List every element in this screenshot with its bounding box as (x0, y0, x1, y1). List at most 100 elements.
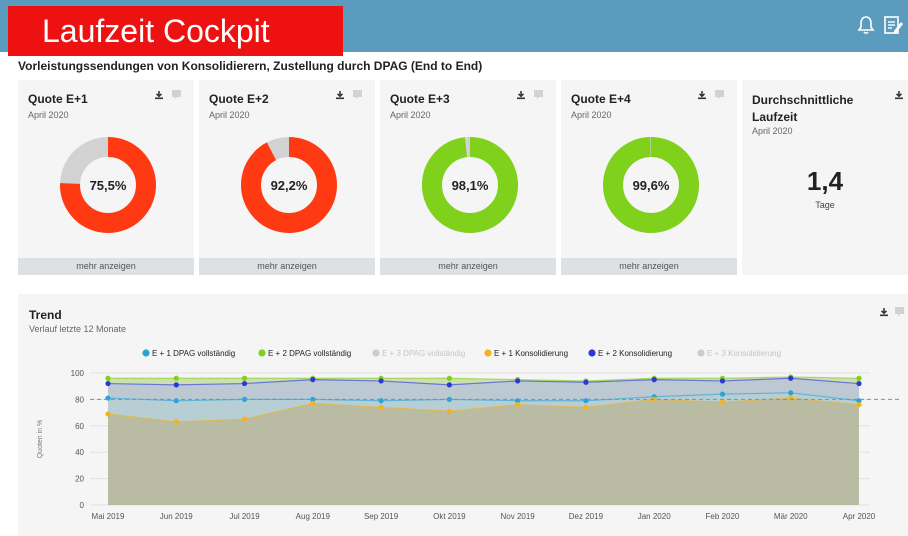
comment-icon[interactable] (171, 89, 182, 100)
data-point (719, 391, 726, 397)
y-tick-label: 60 (75, 422, 84, 431)
kpi-card: Quote E+2 April 2020 mehr anzeigen 92,2% (199, 80, 375, 275)
x-tick-label: Dez 2019 (569, 512, 604, 521)
data-point (788, 375, 794, 381)
data-point (856, 402, 862, 408)
data-point (173, 375, 179, 381)
y-axis-label: Quoten in % (37, 420, 44, 459)
data-point (515, 402, 521, 408)
legend-item[interactable]: E + 1 DPAG vollständig (152, 349, 235, 358)
quota-donut-chart: 75,5% (60, 137, 156, 233)
comment-icon[interactable] (352, 89, 363, 100)
kpi-card: Quote E+4 April 2020 mehr anzeigen 99,6% (561, 80, 737, 275)
y-tick-label: 100 (71, 369, 85, 378)
y-tick-label: 40 (75, 448, 84, 457)
comment-icon[interactable] (714, 89, 725, 100)
x-tick-label: Mai 2019 (92, 512, 125, 521)
legend-item[interactable]: E + 1 Konsolidierung (494, 349, 568, 358)
legend-marker[interactable] (484, 349, 492, 357)
legend-item[interactable]: E + 3 Konsolidierung (707, 349, 781, 358)
more-button[interactable]: mehr anzeigen (199, 258, 375, 275)
more-button[interactable]: mehr anzeigen (18, 258, 194, 275)
y-tick-label: 20 (75, 475, 84, 484)
download-icon[interactable] (894, 90, 904, 100)
donut-value-label: 92,2% (271, 178, 308, 193)
bell-icon[interactable] (855, 14, 877, 36)
quota-donut-chart: 99,6% (603, 137, 699, 233)
data-point (788, 390, 794, 396)
avg-runtime-value: 1,4 (806, 166, 844, 196)
legend-marker[interactable] (258, 349, 266, 357)
avg-runtime-card: Durchschnittliche Laufzeit April 2020 1,… (742, 80, 908, 275)
download-icon[interactable] (516, 90, 526, 100)
data-point (241, 380, 248, 387)
trend-chart: 0 20 40 60 80 100 Quoten in % Mai 2019 Jun 2019 J… (37, 349, 902, 521)
trend-panel: Trend Verlauf letzte 12 Monate 0 20 40 60 80… (18, 294, 908, 536)
data-point (446, 408, 452, 414)
y-tick-label: 0 (80, 501, 85, 510)
data-point (105, 375, 111, 381)
data-point (583, 379, 589, 385)
kpi-card-period: April 2020 (209, 110, 250, 120)
more-button[interactable]: mehr anzeigen (561, 258, 737, 275)
download-icon[interactable] (335, 90, 345, 100)
donut-value-label: 99,6% (633, 178, 670, 193)
data-point (583, 398, 589, 404)
legend-marker[interactable] (588, 349, 596, 357)
x-tick-label: Jul 2019 (229, 512, 260, 521)
kpi-card: Quote E+3 April 2020 mehr anzeigen 98,1% (380, 80, 556, 275)
data-point (310, 377, 316, 383)
edit-note-icon[interactable] (882, 14, 904, 36)
legend-item[interactable]: E + 2 DPAG vollständig (268, 349, 351, 358)
x-tick-label: Nov 2019 (501, 512, 536, 521)
x-tick-label: Feb 2020 (706, 512, 740, 521)
data-point (173, 419, 179, 425)
app-title: Laufzeit Cockpit (8, 6, 343, 56)
data-point (446, 382, 452, 388)
quota-donut-chart: 98,1% (422, 137, 518, 233)
y-tick-label: 80 (75, 395, 84, 404)
donut-value-label: 75,5% (90, 178, 127, 193)
legend-marker[interactable] (697, 349, 705, 357)
data-point (583, 404, 589, 410)
x-tick-label: Apr 2020 (843, 512, 876, 521)
data-point (856, 375, 862, 381)
kpi-card-title: Quote E+1 (28, 92, 88, 106)
legend-item[interactable]: E + 2 Konsolidierung (598, 349, 672, 358)
data-point (651, 377, 657, 383)
page-subtitle: Vorleistungssendungen von Konsolidierern… (18, 59, 483, 73)
avg-runtime-period: April 2020 (752, 126, 793, 136)
legend-item[interactable]: E + 3 DPAG vollständig (382, 349, 465, 358)
x-tick-label: Mär 2020 (774, 512, 808, 521)
data-point (241, 416, 248, 422)
data-point (173, 398, 179, 404)
data-point (173, 382, 179, 388)
data-point (105, 380, 111, 387)
more-button[interactable]: mehr anzeigen (380, 258, 556, 275)
data-point (378, 398, 384, 404)
download-icon[interactable] (697, 90, 707, 100)
legend-marker[interactable] (372, 349, 380, 357)
kpi-card-title: Quote E+3 (390, 92, 450, 106)
data-point (515, 378, 521, 384)
donut-value-label: 98,1% (452, 178, 489, 193)
kpi-card-period: April 2020 (571, 110, 612, 120)
x-tick-label: Jan 2020 (638, 512, 671, 521)
data-point (378, 378, 384, 384)
kpi-card-period: April 2020 (28, 110, 69, 120)
kpi-card-period: April 2020 (390, 110, 431, 120)
data-point (310, 400, 316, 406)
x-tick-label: Aug 2019 (296, 512, 331, 521)
x-tick-label: Sep 2019 (364, 512, 399, 521)
x-tick-label: Jun 2019 (160, 512, 193, 521)
kpi-card-title: Quote E+2 (209, 92, 269, 106)
data-point (719, 378, 726, 384)
legend-marker[interactable] (142, 349, 150, 357)
x-tick-label: Okt 2019 (433, 512, 466, 521)
avg-runtime-title: Durchschnittliche Laufzeit (752, 93, 854, 124)
kpi-card: Quote E+1 April 2020 mehr anzeigen 75,5% (18, 80, 194, 275)
comment-icon[interactable] (533, 89, 544, 100)
data-point (856, 380, 862, 387)
quota-donut-chart: 92,2% (241, 137, 337, 233)
download-icon[interactable] (154, 90, 164, 100)
